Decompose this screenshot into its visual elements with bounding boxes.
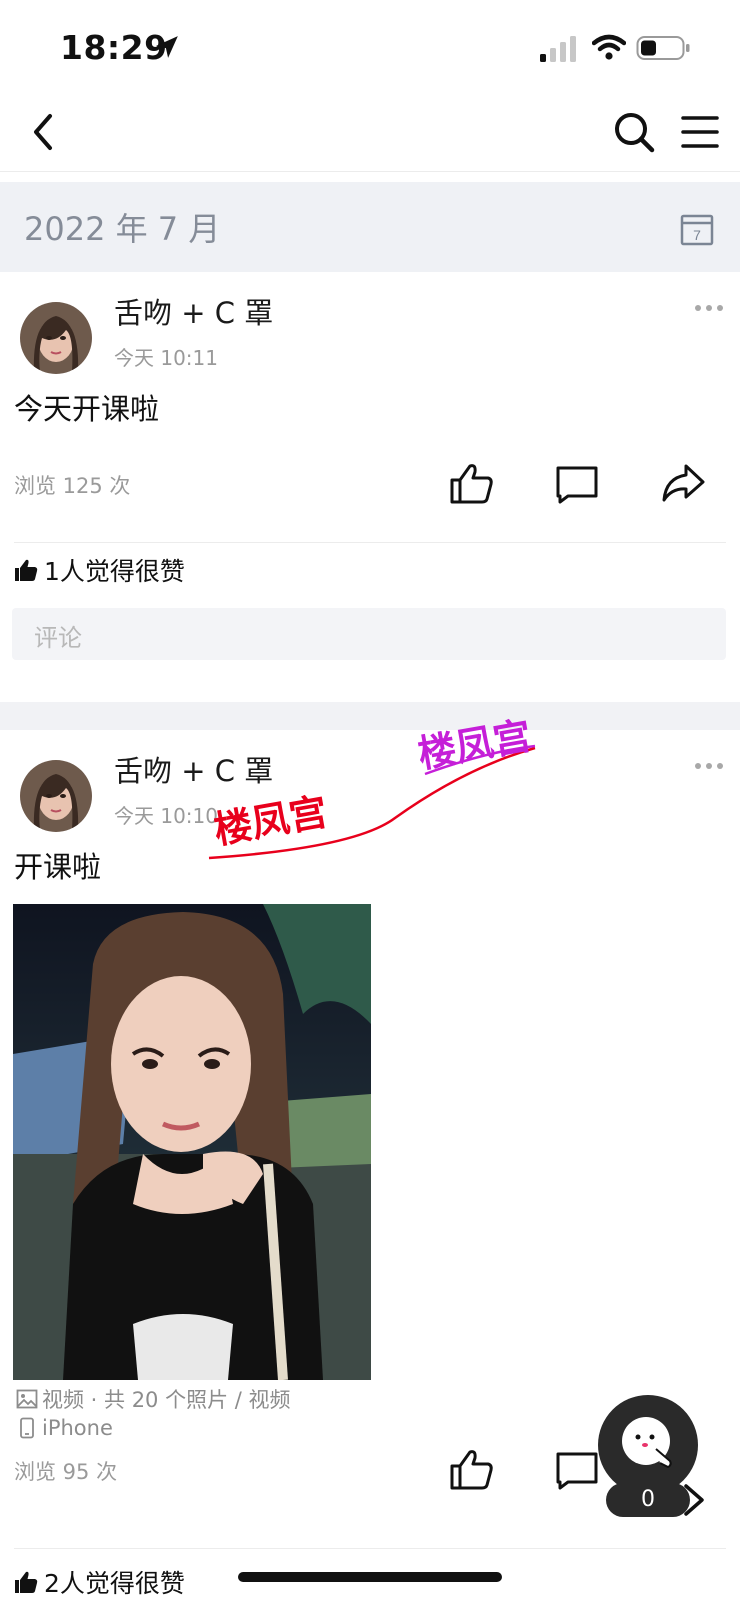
divider	[14, 1548, 726, 1549]
menu-icon[interactable]	[680, 112, 720, 152]
battery-icon	[636, 36, 690, 60]
like-thumb-icon[interactable]	[448, 460, 494, 506]
date-header: 2022 年 7 月 7	[0, 182, 740, 272]
likes-summary[interactable]: 1人觉得很赞	[14, 552, 185, 588]
cellular-signal-icon	[540, 36, 576, 62]
media-info: 视频 · 共 20 个照片 / 视频	[16, 1384, 291, 1414]
like-thumb-icon[interactable]	[448, 1446, 494, 1492]
comment-input[interactable]: 评论	[12, 608, 726, 660]
phone-icon	[20, 1417, 34, 1439]
post-photo[interactable]	[13, 904, 371, 1380]
calendar-icon[interactable]: 7	[680, 212, 714, 246]
status-time: 18:29	[60, 28, 168, 67]
likes-text: 1人觉得很赞	[44, 557, 185, 586]
more-options-icon[interactable]	[694, 302, 724, 314]
device-text: iPhone	[42, 1416, 113, 1440]
more-options-icon[interactable]	[694, 760, 724, 772]
author-name[interactable]: 舌吻 + C 罩	[114, 290, 273, 332]
back-chevron-icon[interactable]	[26, 110, 62, 154]
float-count-badge[interactable]: 0	[606, 1483, 690, 1517]
wifi-icon	[592, 34, 626, 60]
avatar[interactable]	[20, 302, 92, 374]
post-text: 今天开课啦	[14, 392, 160, 426]
status-bar: 18:29	[0, 0, 740, 96]
share-arrow-icon[interactable]	[660, 460, 706, 506]
comment-placeholder: 评论	[34, 624, 82, 652]
post-time: 今天 10:11	[114, 346, 218, 370]
calendar-day: 7	[693, 227, 701, 243]
date-title: 2022 年 7 月	[24, 210, 221, 248]
post-text: 开课啦	[14, 850, 102, 884]
thumb-filled-icon	[15, 559, 38, 581]
comment-icon[interactable]	[554, 462, 600, 508]
likes-text: 2人觉得很赞	[44, 1569, 185, 1598]
post-time: 今天 10:10	[114, 804, 218, 828]
comment-icon[interactable]	[554, 1448, 600, 1494]
divider	[14, 542, 726, 543]
watermark: 楼凤宫 楼凤宫	[205, 708, 545, 868]
thumb-filled-icon	[15, 1571, 38, 1593]
view-count: 浏览 95 次	[14, 1460, 118, 1484]
search-icon[interactable]	[612, 110, 656, 154]
media-info-text: 视频 · 共 20 个照片 / 视频	[42, 1388, 291, 1412]
home-indicator[interactable]	[238, 1572, 502, 1582]
location-arrow-icon	[156, 36, 178, 58]
likes-summary[interactable]: 2人觉得很赞	[14, 1564, 185, 1600]
view-count: 浏览 125 次	[14, 474, 131, 498]
image-icon	[16, 1389, 38, 1409]
chevron-right-icon[interactable]	[680, 1480, 708, 1520]
avatar[interactable]	[20, 760, 92, 832]
post-card: 舌吻 + C 罩 今天 10:11 今天开课啦 浏览 125 次 1人觉得很赞 …	[0, 272, 740, 702]
device-info: iPhone	[16, 1416, 113, 1440]
nav-bar	[0, 96, 740, 172]
